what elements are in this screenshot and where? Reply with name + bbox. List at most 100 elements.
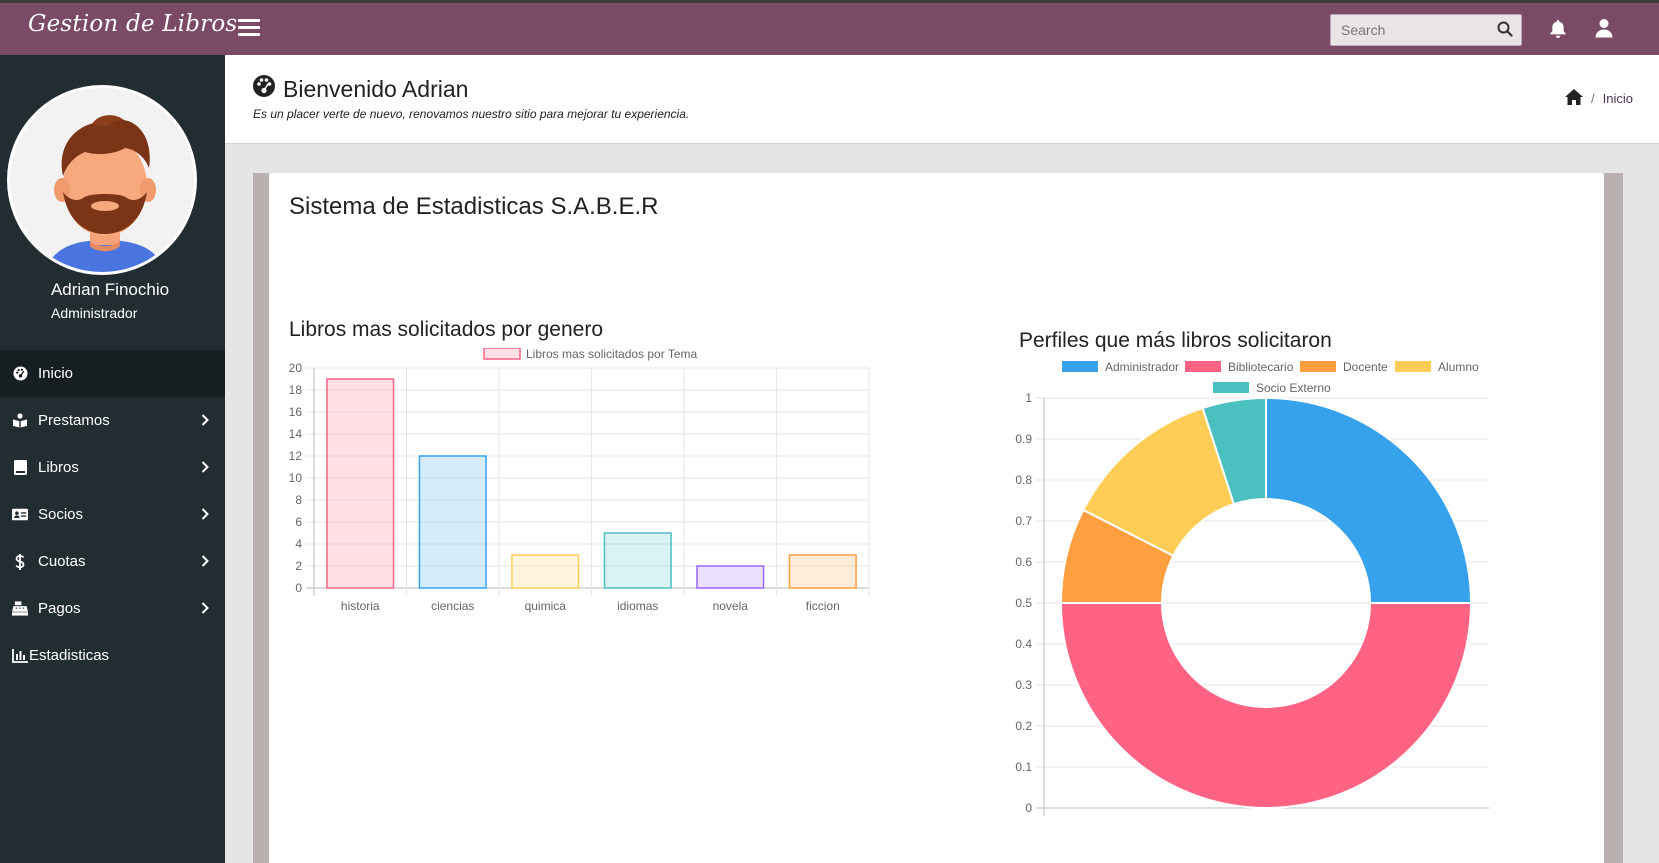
- sidebar-item-cuotas[interactable]: Cuotas: [0, 538, 225, 585]
- legend-swatch: [1213, 382, 1249, 393]
- y-tick-label: 4: [295, 537, 302, 551]
- legend-swatch: [1395, 361, 1431, 372]
- book-reader-icon: [12, 413, 28, 429]
- bar-quimica: [511, 554, 580, 589]
- sidebar-item-pagos[interactable]: Pagos: [0, 585, 225, 632]
- bar-historia: [326, 378, 395, 589]
- card-title: Sistema de Estadisticas S.A.B.E.R: [289, 193, 659, 220]
- y-tick-label: 0.8: [1015, 473, 1032, 487]
- y-tick-label: 1: [1025, 391, 1032, 405]
- chevron-right-icon: [201, 507, 209, 524]
- slice-administrador: [1265, 396, 1473, 604]
- sidebar-item-inicio[interactable]: Inicio: [0, 350, 225, 397]
- sidebar-item-label: Libros: [38, 459, 79, 476]
- y-tick-label: 0.5: [1015, 596, 1032, 610]
- y-tick-label: 0.7: [1015, 514, 1032, 528]
- y-tick-label: 12: [289, 449, 303, 463]
- y-tick-label: 0: [295, 581, 302, 595]
- doughnut-legend: Administrador Bibliotecario Docente Alumno S…: [1062, 361, 1479, 395]
- search-input[interactable]: [1331, 15, 1491, 45]
- sidebar-item-label: Inicio: [38, 365, 74, 382]
- x-tick-label: idiomas: [617, 599, 658, 613]
- top-navbar: Gestion de Libros: [0, 0, 1659, 55]
- book-icon: [12, 460, 28, 476]
- bar-idiomas: [603, 532, 672, 589]
- bar-ciencias: [418, 455, 487, 589]
- y-tick-label: 0.4: [1015, 637, 1032, 651]
- sidebar-item-estadisticas[interactable]: Estadisticas: [0, 632, 225, 679]
- content-header: Bienvenido Adrian Es un placer verte de …: [225, 55, 1659, 144]
- palette-icon: [253, 75, 275, 103]
- page-title: Bienvenido Adrian: [253, 75, 468, 103]
- user-icon[interactable]: [1594, 18, 1614, 43]
- y-tick-label: 2: [295, 559, 302, 573]
- sidebar: Adrian Finochio Administrador Inicio Pre…: [0, 55, 225, 863]
- sidebar-item-label: Pagos: [38, 600, 81, 617]
- brand-logo[interactable]: Gestion de Libros: [28, 11, 237, 37]
- sidebar-item-prestamos[interactable]: Prestamos: [0, 397, 225, 444]
- bar-ficcion: [788, 554, 857, 589]
- chevron-right-icon: [201, 601, 209, 618]
- menu-icon[interactable]: [238, 19, 260, 37]
- x-tick-label: ciencias: [431, 599, 474, 613]
- statistics-card: Sistema de Estadisticas S.A.B.E.R Libros…: [269, 173, 1604, 863]
- y-tick-label: 0: [1025, 801, 1032, 815]
- chart-icon: [12, 648, 28, 664]
- sidebar-nav: Inicio Prestamos Libros Socios Cuotas Pa…: [0, 350, 225, 679]
- legend-label: Docente: [1343, 361, 1388, 374]
- legend-label: Administrador: [1105, 361, 1179, 374]
- legend-label: Alumno: [1438, 361, 1479, 374]
- avatar: [7, 85, 197, 275]
- y-tick-label: 0.1: [1015, 760, 1032, 774]
- chevron-right-icon: [201, 554, 209, 571]
- sidebar-item-label: Estadisticas: [29, 647, 110, 664]
- x-tick-label: novela: [713, 599, 749, 613]
- y-tick-label: 14: [289, 427, 303, 441]
- y-tick-label: 20: [289, 361, 303, 375]
- breadcrumb-current[interactable]: Inicio: [1603, 91, 1633, 106]
- id-card-icon: [12, 507, 28, 523]
- sidebar-item-label: Prestamos: [38, 412, 110, 429]
- legend-label: Bibliotecario: [1228, 361, 1294, 374]
- legend-swatch: [1185, 361, 1221, 372]
- y-tick-label: 18: [289, 383, 303, 397]
- legend-swatch: [1300, 361, 1336, 372]
- x-tick-label: quimica: [525, 599, 567, 613]
- search-icon[interactable]: [1497, 21, 1513, 42]
- slice-bibliotecario: [1059, 602, 1473, 809]
- dashboard-icon: [12, 366, 28, 382]
- home-icon[interactable]: [1565, 89, 1584, 108]
- bar-novela: [696, 565, 765, 589]
- bar-chart-title: Libros mas solicitados por genero: [289, 318, 603, 341]
- chevron-right-icon: [201, 413, 209, 430]
- page-title-text: Bienvenido Adrian: [283, 75, 469, 102]
- doughnut-chart: Administrador Bibliotecario Docente Alumno S…: [1015, 361, 1489, 816]
- chevron-right-icon: [201, 460, 209, 477]
- legend-label: Libros mas solicitados por Tema: [526, 348, 698, 361]
- y-tick-label: 0.3: [1015, 678, 1032, 692]
- bell-icon[interactable]: [1549, 19, 1567, 44]
- y-tick-label: 6: [295, 515, 302, 529]
- user-name: Adrian Finochio: [50, 280, 170, 299]
- bar-chart: Libros mas solicitados por Tema 0 2 4 6 8 10 12…: [289, 348, 870, 613]
- dollar-icon: [12, 553, 28, 570]
- legend-swatch: [1062, 361, 1098, 372]
- sidebar-item-socios[interactable]: Socios: [0, 491, 225, 538]
- breadcrumb: / Inicio: [1565, 89, 1633, 108]
- y-tick-label: 0.9: [1015, 432, 1032, 446]
- y-tick-label: 16: [289, 405, 303, 419]
- y-tick-label: 8: [295, 493, 302, 507]
- card-frame: Sistema de Estadisticas S.A.B.E.R Libros…: [253, 173, 1623, 863]
- sidebar-item-label: Socios: [38, 506, 84, 523]
- sidebar-item-libros[interactable]: Libros: [0, 444, 225, 491]
- y-tick-label: 0.2: [1015, 719, 1032, 733]
- breadcrumb-separator: /: [1591, 91, 1595, 106]
- x-tick-label: ficcion: [806, 599, 840, 613]
- sidebar-item-label: Cuotas: [38, 553, 86, 570]
- user-role: Administrador: [51, 305, 138, 321]
- page-subtitle: Es un placer verte de nuevo, renovamos n…: [253, 107, 690, 121]
- y-tick-label: 0.6: [1015, 555, 1032, 569]
- legend-label: Socio Externo: [1256, 381, 1331, 395]
- legend-swatch: [483, 348, 521, 360]
- cash-register-icon: [12, 601, 28, 617]
